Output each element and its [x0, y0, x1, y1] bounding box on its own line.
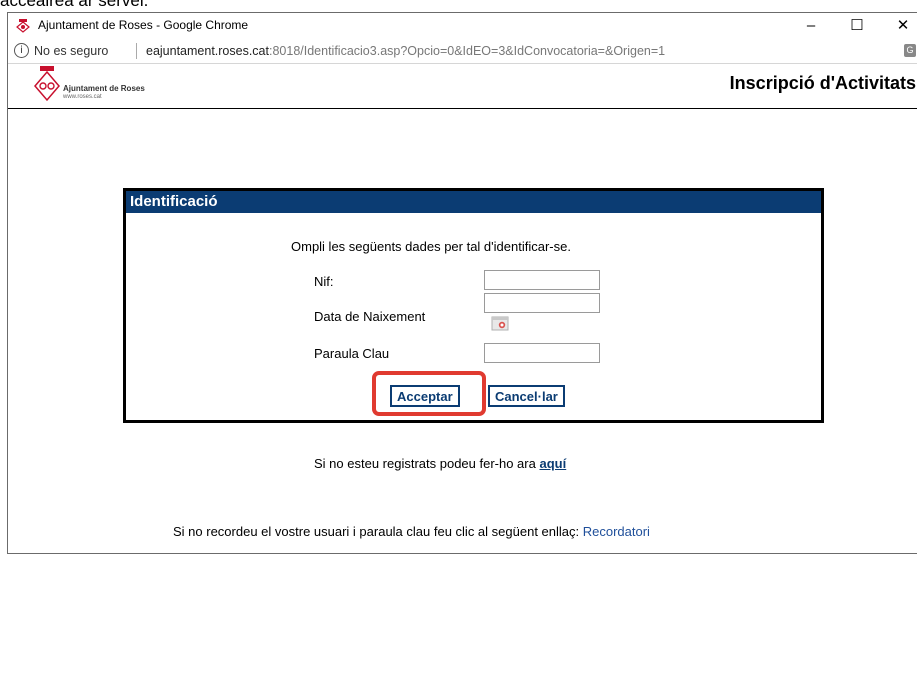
- address-separator: [136, 43, 137, 59]
- info-icon[interactable]: i: [14, 43, 29, 58]
- browser-window: Ajuntament de Roses - Google Chrome – ☐ …: [7, 12, 917, 554]
- url-text[interactable]: eajuntament.roses.cat:8018/Identificacio…: [146, 44, 665, 58]
- close-button[interactable]: ✕: [880, 13, 917, 39]
- maximize-button[interactable]: ☐: [834, 13, 880, 39]
- accept-highlight: [372, 371, 486, 416]
- birthdate-label: Data de Naixement: [314, 309, 426, 324]
- window-title: Ajuntament de Roses - Google Chrome: [38, 18, 249, 32]
- crest-icon: [34, 66, 60, 102]
- logo-name: Ajuntament de Roses: [63, 84, 145, 93]
- calendar-icon[interactable]: [491, 315, 509, 331]
- page-header: Ajuntament de Roses www.roses.cat Inscri…: [8, 64, 917, 109]
- logo-url: www.roses.cat: [63, 94, 102, 100]
- title-bar: Ajuntament de Roses - Google Chrome – ☐ …: [8, 13, 917, 39]
- url-host[interactable]: eajuntament.roses.cat: [146, 44, 269, 58]
- birthdate-input[interactable]: [484, 293, 600, 313]
- nif-input[interactable]: [484, 270, 600, 290]
- register-line: Si no esteu registrats podeu fer-ho ara …: [314, 456, 566, 471]
- register-text: Si no esteu registrats podeu fer-ho ara: [314, 456, 536, 471]
- cropped-caption-text: acceairea ar servei.: [0, 0, 149, 10]
- reminder-line: Si no recordeu el vostre usuari i paraul…: [173, 524, 650, 539]
- minimize-button[interactable]: –: [788, 13, 834, 39]
- url-path[interactable]: :8018/Identificacio3.asp?Opcio=0&IdEO=3&…: [269, 44, 665, 58]
- translate-icon[interactable]: G: [904, 44, 916, 57]
- reminder-link[interactable]: Recordatori: [583, 524, 650, 539]
- panel-title: Identificació: [126, 191, 821, 213]
- page-title: Inscripció d'Activitats: [729, 73, 916, 93]
- intro-text: Ompli les següents dades per tal d'ident…: [291, 239, 571, 254]
- security-label[interactable]: No es seguro: [34, 44, 108, 58]
- ajuntament-logo[interactable]: Ajuntament de Roses www.roses.cat: [30, 66, 190, 106]
- password-label: Paraula Clau: [314, 346, 390, 361]
- reminder-text: Si no recordeu el vostre usuari i paraul…: [173, 524, 580, 539]
- nif-label: Nif:: [314, 274, 334, 289]
- cancel-button[interactable]: Cancel·lar: [488, 385, 565, 407]
- register-link[interactable]: aquí: [539, 456, 566, 471]
- roses-crest-icon: [16, 19, 30, 33]
- address-bar[interactable]: i No es seguro eajuntament.roses.cat:801…: [8, 39, 917, 64]
- password-input[interactable]: [484, 343, 600, 363]
